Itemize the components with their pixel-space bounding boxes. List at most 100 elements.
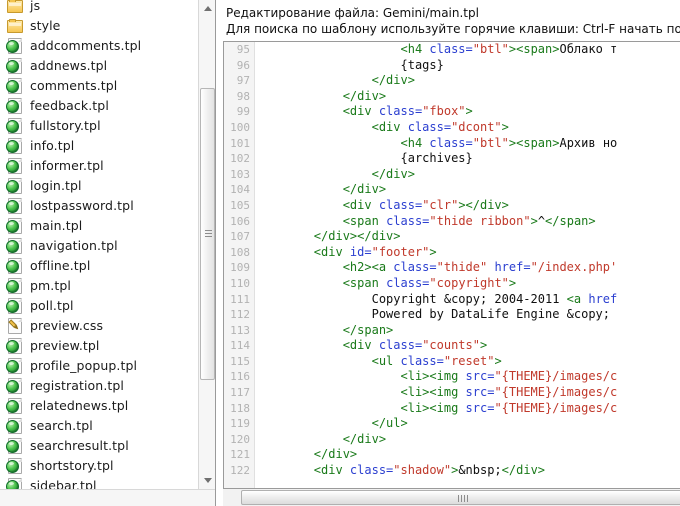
- file-tree-item[interactable]: preview.tpl: [0, 335, 190, 355]
- code-scroll-thumb[interactable]: [241, 490, 680, 505]
- file-tree-item[interactable]: preview.css: [0, 315, 190, 335]
- code-line[interactable]: </div>: [256, 167, 680, 183]
- code-text-area[interactable]: <h4 class="btl"><span>Облако т {tags} </…: [256, 42, 680, 488]
- code-token: <li><img: [400, 385, 466, 400]
- file-tree-vertical-scrollbar[interactable]: [198, 0, 215, 489]
- code-token: >: [501, 119, 509, 134]
- line-number: 97: [236, 74, 250, 88]
- code-line[interactable]: {tags}: [256, 58, 680, 74]
- triangle-down-icon: [203, 478, 212, 483]
- file-tree-item[interactable]: offline.tpl: [0, 255, 190, 275]
- editor-hotkeys-hint: Для поиска по шаблону используйте горячи…: [226, 22, 680, 36]
- code-line[interactable]: <h2><a class="thide" href="/index.php': [256, 260, 680, 276]
- line-number: 102: [230, 152, 250, 166]
- code-token: "btl": [472, 135, 509, 150]
- file-tree-item[interactable]: profile_popup.tpl: [0, 355, 190, 375]
- file-tree-item[interactable]: search.tpl: [0, 415, 190, 435]
- file-tree-item[interactable]: fullstory.tpl: [0, 115, 190, 135]
- file-tree-item[interactable]: comments.tpl: [0, 75, 190, 95]
- file-tree-item[interactable]: lostpassword.tpl: [0, 195, 190, 215]
- code-token: <div: [371, 119, 408, 134]
- code-line[interactable]: <li><img src="{THEME}/images/c: [256, 385, 680, 401]
- file-tree-item[interactable]: informer.tpl: [0, 155, 190, 175]
- code-line[interactable]: </div>: [256, 182, 680, 198]
- code-token: "btl": [472, 42, 509, 56]
- code-token: "fbox": [422, 104, 466, 119]
- file-tree-scroll-thumb[interactable]: [200, 88, 215, 380]
- code-line[interactable]: <li><img src="{THEME}/images/c: [256, 401, 680, 417]
- file-tree-item[interactable]: poll.tpl: [0, 295, 190, 315]
- line-number: 111: [230, 292, 250, 306]
- file-tree-item[interactable]: relatednews.tpl: [0, 395, 190, 415]
- file-tree-item[interactable]: login.tpl: [0, 175, 190, 195]
- code-line[interactable]: </div>: [256, 89, 680, 105]
- code-line[interactable]: <div class="dcont">: [256, 120, 680, 136]
- line-number: 105: [230, 198, 250, 212]
- code-line[interactable]: <span class="copyright">: [256, 276, 680, 292]
- template-file-icon: [6, 357, 23, 374]
- code-line[interactable]: </div></div>: [256, 229, 680, 245]
- code-frame[interactable]: 95 96 97 98 99 100 101 102 103 104 105 106 107 108 109…: [223, 41, 680, 489]
- file-tree-item-label: addcomments.tpl: [30, 37, 142, 53]
- editing-file-label: Редактирование файла: Gemini/main.tpl: [226, 6, 479, 20]
- code-line[interactable]: <div class="clr"></div>: [256, 198, 680, 214]
- scroll-up-arrow-icon[interactable]: [199, 0, 215, 17]
- code-scroll-left-arrow-icon[interactable]: [223, 489, 240, 505]
- code-token: Powered by DataLife Engine &copy;: [256, 307, 611, 322]
- code-line[interactable]: Powered by DataLife Engine &copy;: [256, 307, 680, 323]
- line-number: 98: [236, 89, 250, 103]
- template-file-icon: [6, 377, 23, 394]
- code-token: "thide": [436, 260, 495, 275]
- file-tree-item[interactable]: addnews.tpl: [0, 55, 190, 75]
- code-token: id=: [349, 244, 372, 259]
- code-line[interactable]: <h4 class="btl"><span>Архив но: [256, 136, 680, 152]
- code-line[interactable]: <li><img src="{THEME}/images/c: [256, 369, 680, 385]
- scroll-down-arrow-icon[interactable]: [199, 472, 215, 489]
- scroll-right-arrow-icon[interactable]: [180, 490, 197, 506]
- code-line[interactable]: <div class="fbox">: [256, 104, 680, 120]
- file-tree-item[interactable]: pm.tpl: [0, 275, 190, 295]
- line-number: 100: [230, 120, 250, 134]
- code-line[interactable]: </div>: [256, 73, 680, 89]
- code-horizontal-scrollbar[interactable]: [223, 489, 680, 506]
- file-tree-item[interactable]: navigation.tpl: [0, 235, 190, 255]
- file-tree-item[interactable]: feedback.tpl: [0, 95, 190, 115]
- template-file-icon: [6, 237, 23, 254]
- file-tree-item[interactable]: shortstory.tpl: [0, 455, 190, 475]
- code-line[interactable]: </div>: [256, 447, 680, 463]
- code-line[interactable]: <div class="counts">: [256, 338, 680, 354]
- file-tree-item[interactable]: style: [0, 15, 190, 35]
- file-tree-horizontal-scrollbar[interactable]: [0, 489, 215, 506]
- file-tree-item[interactable]: js: [0, 0, 190, 15]
- code-token: ></div>: [458, 197, 509, 212]
- triangle-up-icon: [203, 6, 212, 11]
- file-tree-list[interactable]: js style addcomments.tpl addnews.tpl comment…: [0, 0, 190, 506]
- code-line[interactable]: {archives}: [256, 151, 680, 167]
- code-line[interactable]: Copyright &copy; 2004-2011 <a href: [256, 292, 680, 308]
- code-line[interactable]: <div id="footer">: [256, 245, 680, 261]
- file-tree-item[interactable]: addcomments.tpl: [0, 35, 190, 55]
- code-line[interactable]: </ul>: [256, 416, 680, 432]
- line-number: 109: [230, 261, 250, 275]
- file-tree-item[interactable]: main.tpl: [0, 215, 190, 235]
- file-tree-item-label: profile_popup.tpl: [30, 357, 138, 373]
- code-line[interactable]: <ul class="reset">: [256, 354, 680, 370]
- code-line[interactable]: <h4 class="btl"><span>Облако т: [256, 42, 680, 58]
- code-line[interactable]: <div class="shadow">&nbsp;</div>: [256, 463, 680, 479]
- template-file-icon: [6, 337, 23, 354]
- line-number: 107: [230, 230, 250, 244]
- code-line[interactable]: <span class="thide ribbon">^</span>: [256, 214, 680, 230]
- file-tree-item-label: informer.tpl: [30, 157, 104, 173]
- file-tree-item[interactable]: registration.tpl: [0, 375, 190, 395]
- code-token: class=: [429, 135, 473, 150]
- file-tree-item[interactable]: info.tpl: [0, 135, 190, 155]
- code-line[interactable]: </span>: [256, 323, 680, 339]
- code-token: class=: [378, 338, 423, 353]
- code-line[interactable]: </div>: [256, 432, 680, 448]
- file-tree-item[interactable]: searchresult.tpl: [0, 435, 190, 455]
- scroll-left-arrow-icon[interactable]: [0, 490, 17, 506]
